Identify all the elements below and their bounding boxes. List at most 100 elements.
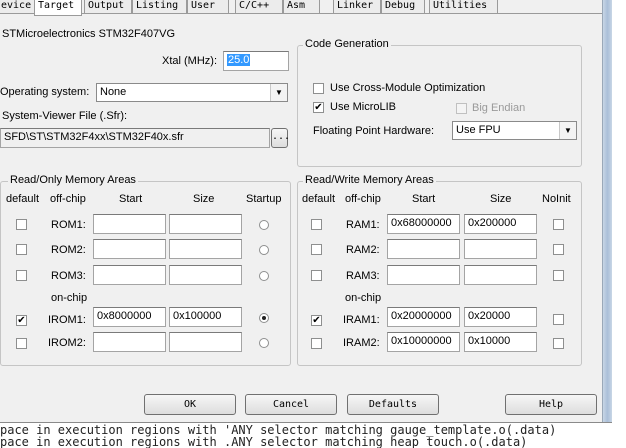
microlib-label: Use MicroLIB [330, 101, 397, 113]
cancel-button[interactable]: Cancel [245, 394, 337, 415]
irom1-size-input[interactable]: 0x100000 [169, 307, 242, 327]
ram-header-size: Size [490, 193, 512, 205]
tab-utilities[interactable]: Utilities [429, 0, 498, 14]
ram1-start-input[interactable]: 0x68000000 [387, 214, 460, 234]
help-button[interactable]: Help [505, 394, 597, 415]
svd-value: SFD\ST\STM32F4xx\STM32F40x.sfr [4, 131, 184, 143]
ram1-noinit-checkbox[interactable] [553, 219, 564, 230]
iram2-label: IRAM2: [343, 337, 380, 349]
tab-user[interactable]: User [187, 0, 229, 14]
iram2-size-input[interactable]: 0x10000 [464, 332, 537, 352]
rom3-size-input[interactable] [169, 265, 242, 285]
ram-header-noinit: NoInit [542, 193, 571, 205]
rom-header-default: default [6, 193, 40, 205]
build-output-line: pace in execution regions with .ANY sele… [0, 435, 528, 448]
ram3-start-input[interactable] [387, 265, 460, 285]
ram-header-offchip: off-chip [345, 193, 381, 205]
rom-title: Read/Only Memory Areas [8, 174, 138, 186]
ram1-label: RAM1: [346, 219, 380, 231]
big-endian-checkbox[interactable] [456, 103, 467, 114]
microlib-checkbox[interactable]: ✔ [313, 102, 324, 113]
rom3-default-checkbox[interactable] [16, 270, 27, 281]
irom2-start-input[interactable] [93, 332, 166, 352]
rom-header-start: Start [119, 193, 143, 205]
rom2-label: ROM2: [51, 244, 86, 256]
ram1-default-checkbox[interactable] [311, 219, 322, 230]
ram2-noinit-checkbox[interactable] [553, 244, 564, 255]
rom1-default-checkbox[interactable] [16, 219, 27, 230]
rom-onchip-label: on-chip [51, 292, 88, 304]
os-select[interactable]: None ▼ [96, 83, 288, 102]
tab-debug[interactable]: Debug [381, 0, 425, 14]
iram1-size-input[interactable]: 0x20000 [464, 307, 537, 327]
rom3-label: ROM3: [51, 270, 86, 282]
iram1-label: IRAM1: [343, 314, 380, 326]
ram2-label: RAM2: [346, 244, 380, 256]
tab-c-cpp[interactable]: C/C++ [235, 0, 283, 14]
rom2-size-input[interactable] [169, 239, 242, 259]
irom1-start-input[interactable]: 0x8000000 [93, 307, 166, 327]
big-endian-label: Big Endian [472, 102, 526, 114]
tab-listing[interactable]: Listing [132, 0, 187, 14]
ram2-size-input[interactable] [464, 239, 537, 259]
cross-module-label: Use Cross-Module Optimization [330, 82, 486, 94]
defaults-button[interactable]: Defaults [347, 394, 439, 415]
os-label: Operating system: [0, 86, 90, 98]
irom2-startup-radio[interactable] [259, 338, 269, 348]
os-value: None [100, 86, 127, 98]
iram2-start-input[interactable]: 0x10000000 [387, 332, 460, 352]
iram2-noinit-checkbox[interactable] [553, 338, 564, 349]
tab-linker[interactable]: Linker [333, 0, 381, 14]
rom1-size-input[interactable] [169, 214, 242, 234]
rom2-start-input[interactable] [93, 239, 166, 259]
rom1-label: ROM1: [51, 219, 86, 231]
irom2-default-checkbox[interactable] [16, 338, 27, 349]
rom3-startup-radio[interactable] [259, 271, 269, 281]
iram2-default-checkbox[interactable] [311, 338, 322, 349]
chevron-down-icon[interactable]: ▼ [559, 122, 576, 139]
ram3-size-input[interactable] [464, 265, 537, 285]
irom2-size-input[interactable] [169, 332, 242, 352]
chevron-down-icon[interactable]: ▼ [270, 84, 287, 101]
xtal-label: Xtal (MHz): [162, 55, 217, 67]
irom1-default-checkbox[interactable]: ✔ [16, 315, 27, 326]
ram2-start-input[interactable] [387, 239, 460, 259]
options-dialog: evice Target Output Listing User C/C++ A… [0, 0, 612, 423]
rom-header-size: Size [193, 193, 215, 205]
fpu-value: Use FPU [456, 124, 501, 136]
fpu-label: Floating Point Hardware: [313, 125, 435, 137]
rom3-start-input[interactable] [93, 265, 166, 285]
ram-header-default: default [302, 193, 336, 205]
tab-device[interactable]: evice [0, 0, 37, 14]
device-name: STMicroelectronics STM32F407VG [2, 28, 175, 40]
browse-svd-button[interactable]: ... [271, 128, 290, 148]
rom1-start-input[interactable] [93, 214, 166, 234]
tab-target[interactable]: Target [34, 0, 82, 16]
irom1-startup-radio[interactable] [259, 313, 269, 323]
tab-asm[interactable]: Asm [283, 0, 320, 14]
iram1-noinit-checkbox[interactable] [553, 314, 564, 325]
xtal-input[interactable]: 25.0 [223, 51, 289, 71]
svd-input[interactable]: SFD\ST\STM32F4xx\STM32F40x.sfr [0, 128, 270, 148]
ram3-noinit-checkbox[interactable] [553, 270, 564, 281]
build-output-background: pace in execution regions with 'ANY sele… [0, 424, 626, 448]
iram1-default-checkbox[interactable]: ✔ [311, 315, 322, 326]
ram3-label: RAM3: [346, 270, 380, 282]
rom2-default-checkbox[interactable] [16, 244, 27, 255]
svd-label: System-Viewer File (.Sfr): [2, 110, 128, 122]
cross-module-checkbox[interactable] [313, 83, 324, 94]
ram1-size-input[interactable]: 0x200000 [464, 214, 537, 234]
rom1-startup-radio[interactable] [259, 220, 269, 230]
tab-output[interactable]: Output [84, 0, 132, 14]
fpu-select[interactable]: Use FPU ▼ [452, 121, 577, 140]
iram1-start-input[interactable]: 0x20000000 [387, 307, 460, 327]
xtal-value: 25.0 [227, 54, 251, 66]
ram3-default-checkbox[interactable] [311, 270, 322, 281]
ram-title: Read/Write Memory Areas [303, 174, 436, 186]
ram-onchip-label: on-chip [345, 292, 382, 304]
ram2-default-checkbox[interactable] [311, 244, 322, 255]
rom-header-offchip: off-chip [50, 193, 86, 205]
window-edge [602, 0, 612, 422]
rom2-startup-radio[interactable] [259, 245, 269, 255]
ok-button[interactable]: OK [144, 394, 236, 415]
